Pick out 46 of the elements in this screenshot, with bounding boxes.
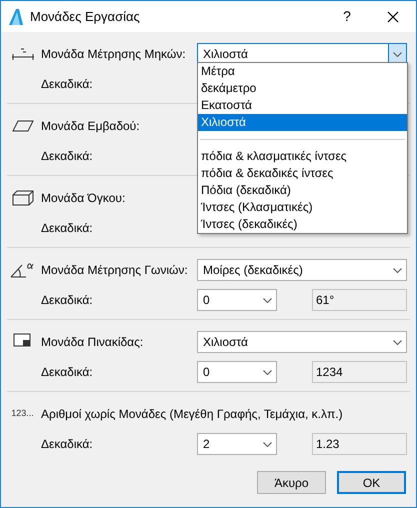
dropdown-option[interactable]: Ίντσες (Κλασματικές) bbox=[198, 199, 407, 216]
preview-field: 1.23 bbox=[312, 433, 407, 455]
preview-field: 61° bbox=[312, 289, 407, 311]
unit-select[interactable]: Μοίρες (δεκαδικές) bbox=[197, 259, 407, 281]
box-icon bbox=[12, 190, 34, 206]
chevron-icon bbox=[262, 298, 272, 302]
window-title: Μονάδες Εργασίας bbox=[30, 8, 141, 26]
decimals-label: Δεκαδικά: bbox=[41, 436, 93, 453]
decimals-label: Δεκαδικά: bbox=[41, 292, 93, 309]
dropdown-option[interactable]: Μέτρα bbox=[198, 63, 407, 80]
chevron-icon bbox=[393, 52, 402, 56]
dropdown-option[interactable]: Ίντσες (δεκαδικές) bbox=[198, 216, 407, 233]
unit-label: Μονάδα Μέτρησης Γωνιών: bbox=[41, 262, 188, 279]
dimension-icon bbox=[10, 47, 34, 61]
unit-label: Αριθμοί χωρίς Μονάδες (Μεγέθη Γραφής, Τεμάχια, κ.λπ.) bbox=[41, 406, 343, 423]
dialog-button[interactable]: Άκυρο bbox=[257, 471, 326, 494]
decimals-label: Δεκαδικά: bbox=[41, 220, 93, 237]
decimals-label: Δεκαδικά: bbox=[41, 148, 93, 165]
decimals-select[interactable]: 0 bbox=[197, 289, 277, 311]
chevron-icon bbox=[262, 442, 272, 446]
decimals-select[interactable]: 2 bbox=[197, 433, 277, 455]
chevron-icon bbox=[392, 340, 402, 344]
unit-select[interactable]: Χιλιοστά bbox=[197, 331, 407, 353]
chevron-icon bbox=[392, 268, 402, 272]
dropdown-option[interactable]: Χιλιοστά bbox=[198, 114, 407, 131]
dropdown-option[interactable]: Πόδια (δεκαδικά) bbox=[198, 182, 407, 199]
dropdown-option[interactable]: δεκάμετρο bbox=[198, 80, 407, 97]
number-icon: 123... bbox=[11, 407, 34, 421]
unit-label: Μονάδα Πινακίδας: bbox=[41, 334, 144, 351]
dropdown-option[interactable]: Εκατοστά bbox=[198, 97, 407, 114]
decimals-label: Δεκαδικά: bbox=[41, 76, 93, 93]
dropdown-option[interactable]: πόδια & κλασματικές ίντσες bbox=[198, 148, 407, 165]
dialog-button[interactable]: OK bbox=[337, 471, 406, 494]
app-logo-icon bbox=[8, 8, 24, 26]
dropdown-option[interactable]: πόδια & δεκαδικές ίντσες bbox=[198, 165, 407, 182]
unit-label: Μονάδα Μέτρησης Μηκών: bbox=[41, 46, 186, 63]
close-icon bbox=[387, 10, 399, 22]
unit-label: Μονάδα Όγκου: bbox=[41, 190, 126, 207]
parallelogram-icon bbox=[12, 120, 34, 132]
help-button[interactable]: ? bbox=[324, 1, 370, 32]
decimals-select[interactable]: 0 bbox=[197, 361, 277, 383]
preview-field: 1234 bbox=[312, 361, 407, 383]
decimals-label: Δεκαδικά: bbox=[41, 364, 93, 381]
chevron-icon bbox=[262, 370, 272, 374]
angle-icon bbox=[10, 261, 36, 279]
unit-label: Μονάδα Εμβαδού: bbox=[41, 118, 140, 135]
